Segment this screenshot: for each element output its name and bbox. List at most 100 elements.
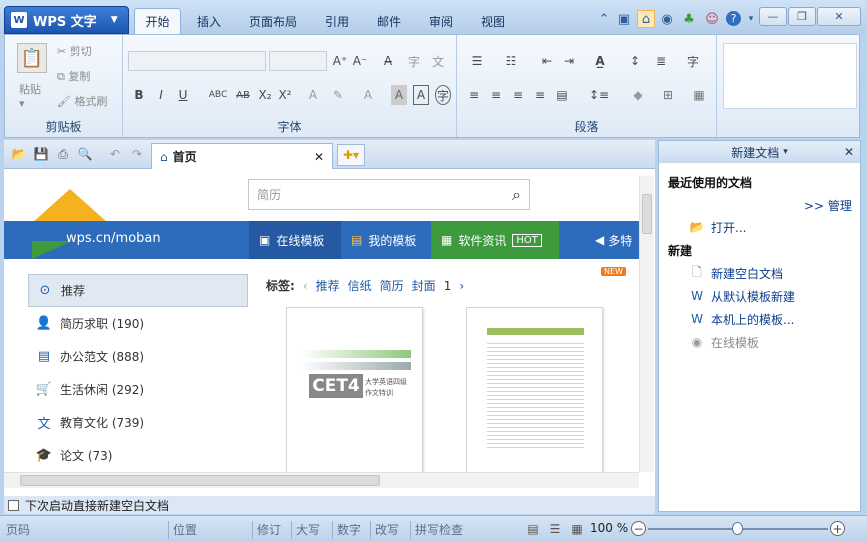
nav-item-resume[interactable]: 👤 简历求职 (190): [28, 307, 248, 340]
underline-icon[interactable]: U: [175, 85, 191, 105]
save-icon[interactable]: 💾: [32, 145, 50, 163]
open-folder-icon[interactable]: 📂: [10, 145, 28, 163]
nav-item-lifestyle[interactable]: 🛒 生活休闲 (292): [28, 373, 248, 406]
vertical-scrollbar[interactable]: [639, 176, 654, 472]
collapse-ribbon-icon[interactable]: ⌃: [595, 10, 613, 28]
tab-more[interactable]: ◀ 多特: [593, 221, 639, 259]
tab-software-news[interactable]: ▦ 软件资讯 HOT: [431, 221, 559, 259]
doc-tab-home[interactable]: ⌂ 首页 ✕: [151, 143, 333, 169]
bullet-list-icon[interactable]: ☰: [467, 51, 487, 71]
decrease-indent-icon[interactable]: ⇤: [537, 51, 557, 71]
close-tab-icon[interactable]: ✕: [314, 150, 324, 164]
template-thumbnail-cet4[interactable]: CET4 大学英语四级 作文特训: [286, 307, 423, 477]
highlight-icon[interactable]: ✎: [327, 85, 349, 105]
tag-resume[interactable]: 简历: [380, 277, 404, 294]
numbered-list-icon[interactable]: ☷: [501, 51, 521, 71]
char-scale-icon[interactable]: A̲: [587, 51, 613, 71]
enclose-char-icon[interactable]: 字: [435, 85, 451, 105]
globe-icon[interactable]: ◉: [658, 10, 676, 28]
chinese-layout-icon[interactable]: 字: [683, 51, 703, 71]
tree-icon[interactable]: ♣: [680, 10, 698, 28]
borders-icon[interactable]: ⊞: [655, 85, 681, 105]
superscript-icon[interactable]: X²: [277, 85, 293, 105]
tab-my-templates[interactable]: ▤ 我的模板: [343, 221, 429, 259]
tab-online-templates[interactable]: ▣ 在线模板: [249, 221, 341, 259]
styles-gallery[interactable]: [723, 43, 857, 109]
strikethrough-icon[interactable]: ABC: [207, 85, 229, 105]
italic-icon[interactable]: I: [153, 85, 169, 105]
task-pane-dropdown-icon[interactable]: ▾: [783, 147, 788, 157]
zoom-out-icon[interactable]: −: [631, 521, 646, 536]
new-blank-link[interactable]: 🗋 新建空白文档: [689, 263, 783, 283]
font-name-combo[interactable]: [128, 51, 266, 71]
print-preview-icon[interactable]: 🔍: [76, 145, 94, 163]
paragraph-mark-icon[interactable]: ≣: [651, 51, 671, 71]
tab-view[interactable]: 视图: [470, 8, 516, 34]
scrollbar-thumb[interactable]: [642, 194, 652, 234]
app-menu-button[interactable]: W WPS 文字 ▼: [4, 6, 129, 34]
grow-font-icon[interactable]: A⁺: [331, 51, 349, 71]
window-switch-icon[interactable]: ▣: [615, 10, 633, 28]
zoom-slider-thumb[interactable]: [732, 522, 743, 535]
tag-cover[interactable]: 封面: [412, 277, 436, 294]
status-page[interactable]: 页码: [2, 521, 30, 539]
users-icon[interactable]: ☺: [703, 10, 721, 28]
tab-mailings[interactable]: 邮件: [366, 8, 412, 34]
restore-button[interactable]: ❐: [788, 7, 816, 26]
paste-dropdown-icon[interactable]: ▾: [19, 97, 25, 110]
clear-format-icon[interactable]: A̶: [379, 51, 397, 71]
status-spellcheck[interactable]: 拼写检查: [410, 521, 463, 539]
align-right-icon[interactable]: ≡: [509, 85, 527, 105]
redo-icon[interactable]: ↷: [128, 145, 146, 163]
template-thumbnail-form[interactable]: [466, 307, 603, 477]
close-window-button[interactable]: ✕: [817, 7, 861, 26]
double-strike-icon[interactable]: AB: [233, 85, 253, 105]
print-icon[interactable]: ⎙: [54, 145, 72, 163]
font-size-combo[interactable]: [269, 51, 327, 71]
nav-item-recommended[interactable]: ⊙ 推荐: [28, 274, 248, 307]
undo-icon[interactable]: ↶: [106, 145, 124, 163]
line-spacing-icon[interactable]: ↕≡: [585, 85, 613, 105]
phonetic-icon[interactable]: 字: [405, 51, 423, 71]
tab-insert[interactable]: 插入: [186, 8, 232, 34]
tag-recommended[interactable]: 推荐: [316, 277, 340, 294]
new-tab-icon[interactable]: ✚▾: [337, 144, 365, 166]
sort-icon[interactable]: ↕: [625, 51, 645, 71]
text-effect-icon[interactable]: A: [305, 85, 321, 105]
char-box-icon[interactable]: A: [413, 85, 429, 105]
tags-prev-icon[interactable]: ‹: [303, 279, 308, 293]
outline-view-icon[interactable]: ☰: [546, 520, 564, 538]
search-input[interactable]: 简历 ⌕: [248, 179, 530, 210]
manage-link[interactable]: >> 管理: [804, 197, 852, 214]
search-icon[interactable]: ⌕: [512, 185, 521, 205]
copy-button[interactable]: ⧉ 复制: [57, 68, 90, 84]
help-dropdown-icon[interactable]: ▾: [742, 10, 760, 28]
tab-page-layout[interactable]: 页面布局: [240, 8, 306, 34]
subscript-icon[interactable]: X₂: [257, 85, 273, 105]
h-scrollbar-thumb[interactable]: [20, 475, 380, 486]
from-default-link[interactable]: W 从默认模板新建: [689, 286, 795, 306]
distribute-icon[interactable]: ▤: [553, 85, 571, 105]
online-templates-link[interactable]: ◉ 在线模板: [689, 332, 759, 352]
tags-next-icon[interactable]: ›: [459, 279, 464, 293]
home-icon[interactable]: ⌂: [637, 10, 655, 28]
nav-item-office[interactable]: ▤ 办公范文 (888): [28, 340, 248, 373]
open-link[interactable]: 📂 打开...: [689, 217, 747, 237]
font-color-icon[interactable]: A: [359, 85, 377, 105]
shrink-font-icon[interactable]: A⁻: [351, 51, 369, 71]
status-position[interactable]: 位置: [168, 521, 197, 539]
format-painter-button[interactable]: 🖌 格式刷: [57, 93, 107, 109]
tab-home[interactable]: 开始: [134, 8, 181, 34]
minimize-button[interactable]: —: [759, 7, 787, 26]
table-icon[interactable]: ▦: [689, 85, 709, 105]
task-pane-title[interactable]: 新建文档: [731, 144, 779, 161]
help-icon[interactable]: ?: [726, 11, 741, 26]
zoom-in-icon[interactable]: +: [830, 521, 845, 536]
paste-button[interactable]: 粘贴: [19, 81, 41, 97]
tag-letterhead[interactable]: 信纸: [348, 277, 372, 294]
page-view-icon[interactable]: ▤: [524, 520, 542, 538]
align-center-icon[interactable]: ≡: [487, 85, 505, 105]
tab-references[interactable]: 引用: [314, 8, 360, 34]
tab-review[interactable]: 审阅: [418, 8, 464, 34]
paste-icon[interactable]: 📋: [17, 43, 47, 73]
